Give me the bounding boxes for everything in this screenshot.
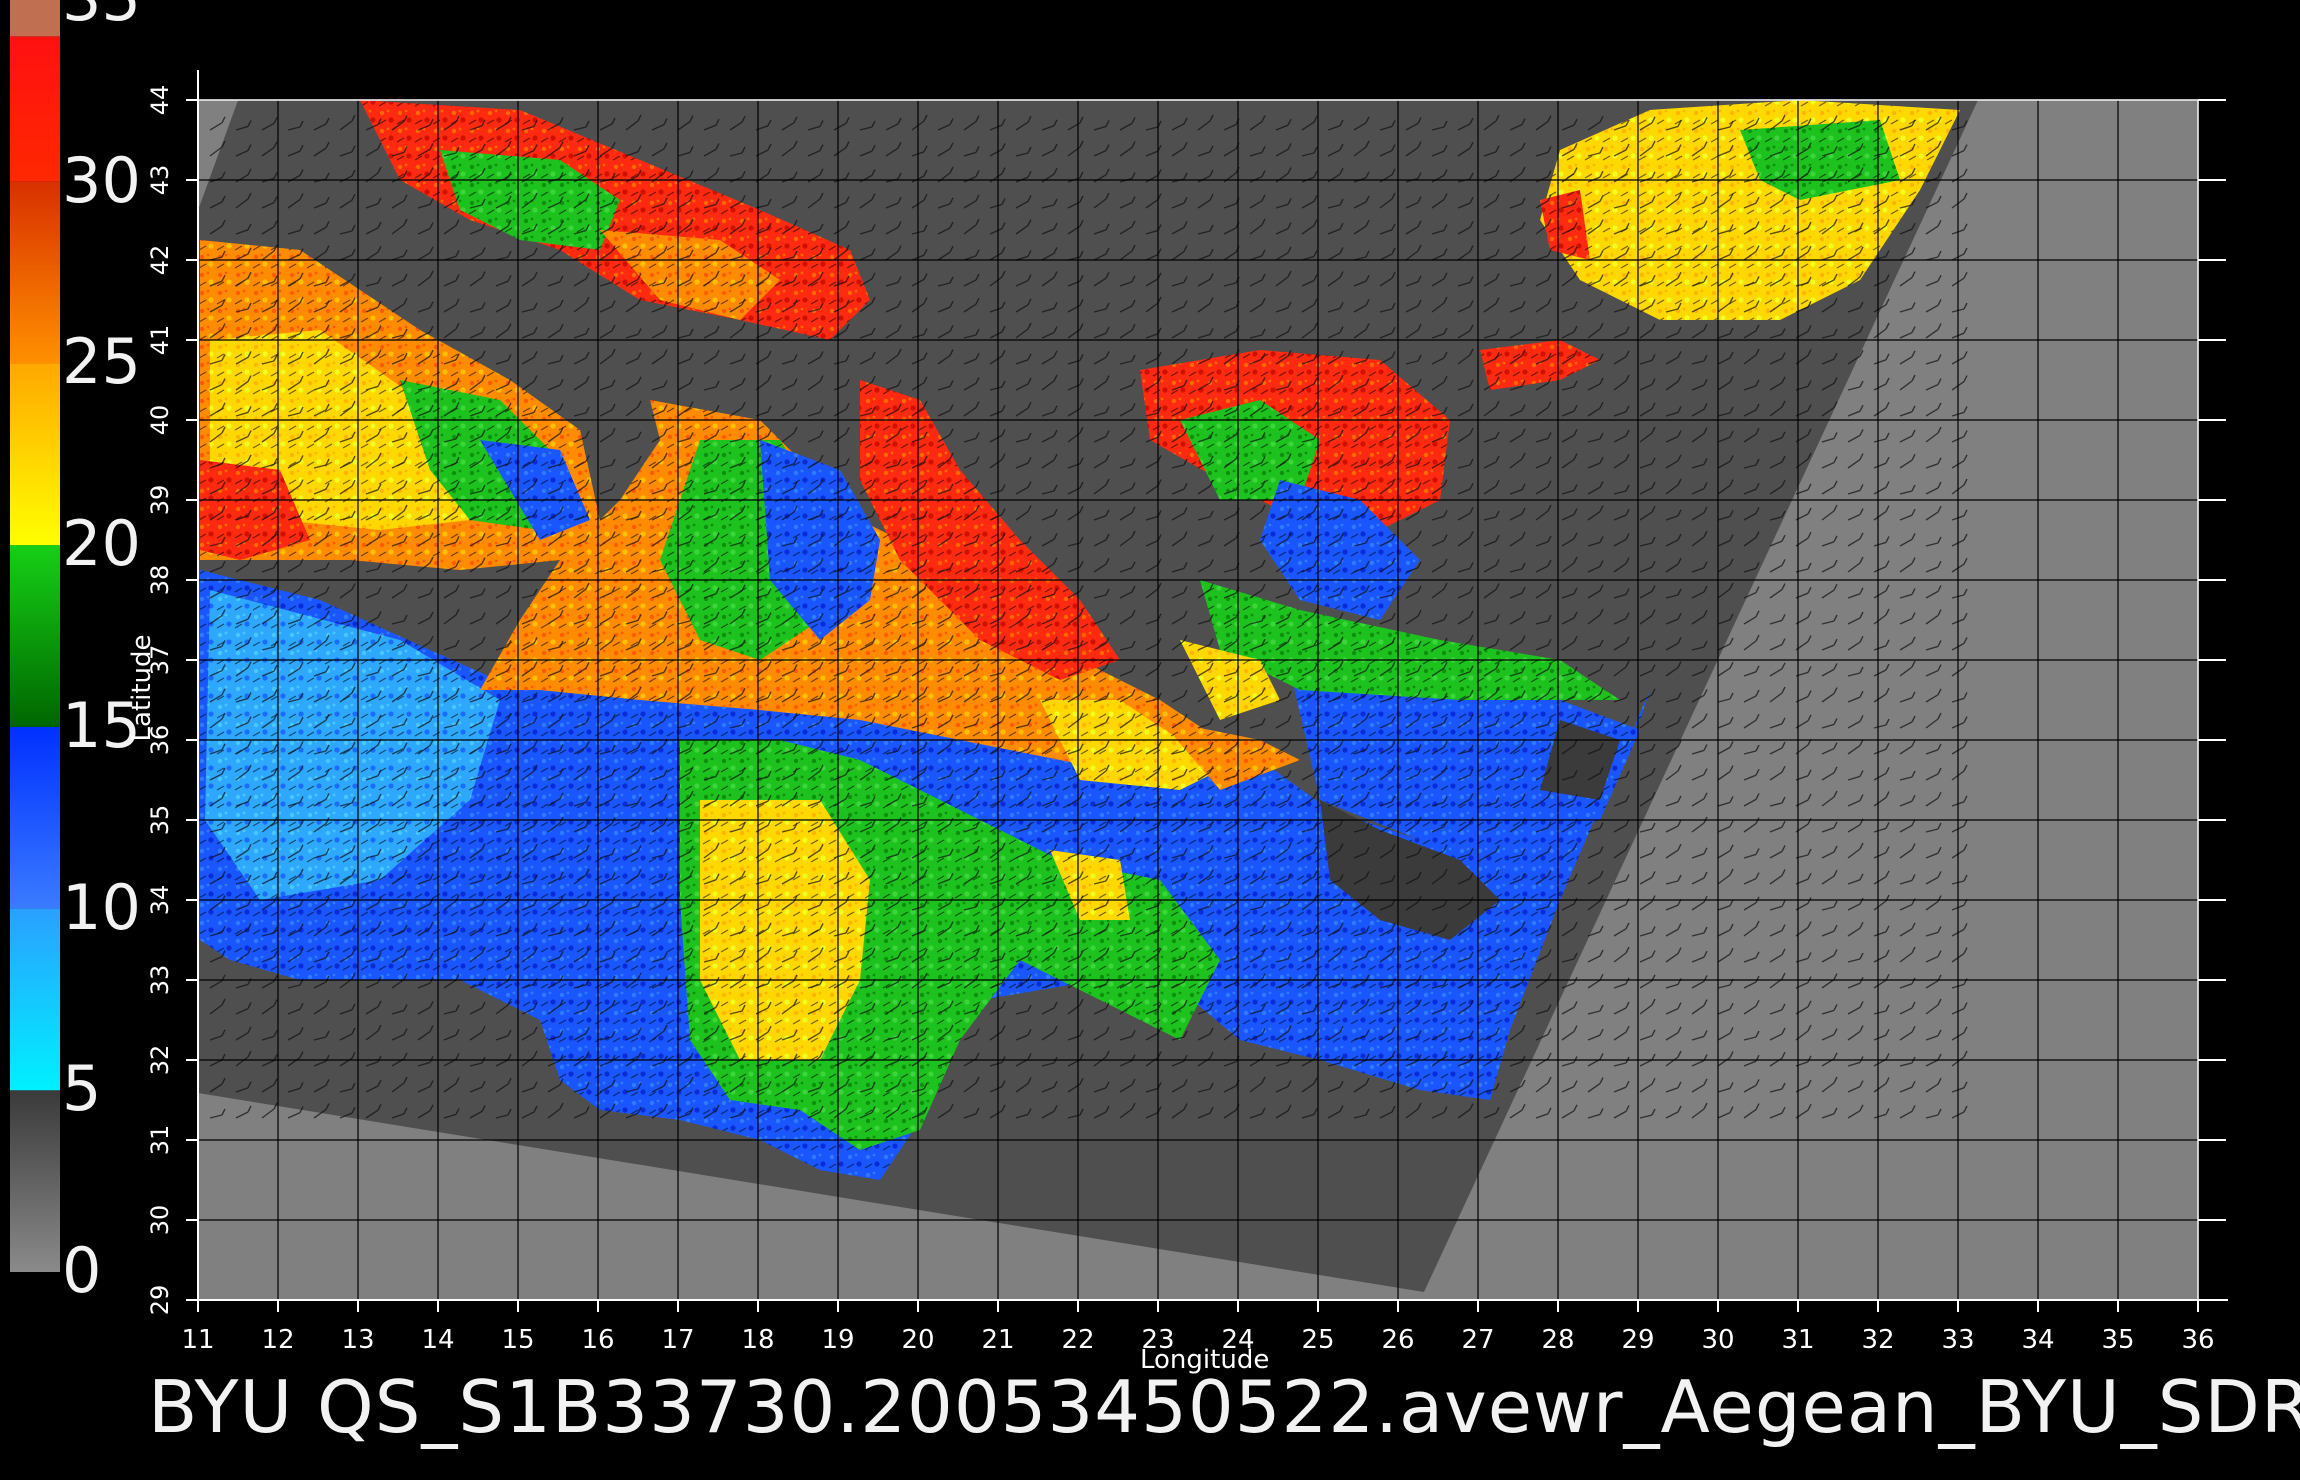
- colorbar-label: 10: [62, 870, 141, 944]
- longitude-tick-label: 14: [421, 1325, 455, 1355]
- longitude-tick-label: 12: [261, 1325, 295, 1355]
- longitude-tick-label: 17: [661, 1325, 695, 1355]
- colorbar: [10, 0, 60, 1272]
- latitude-tick-label: 41: [146, 324, 174, 356]
- longitude-tick-label: 19: [821, 1325, 855, 1355]
- wind-speed-map: [0, 0, 2300, 1480]
- latitude-tick-label: 30: [146, 1204, 174, 1236]
- colorbar-label: 30: [62, 143, 141, 217]
- latitude-tick-label: 40: [146, 404, 174, 436]
- longitude-tick-label: 29: [1621, 1325, 1655, 1355]
- longitude-tick-label: 13: [341, 1325, 375, 1355]
- longitude-tick-label: 22: [1061, 1325, 1095, 1355]
- longitude-tick-label: 34: [2021, 1325, 2055, 1355]
- longitude-tick-label: 21: [981, 1325, 1015, 1355]
- longitude-tick-label: 33: [1941, 1325, 1975, 1355]
- colorbar-band: [10, 0, 60, 37]
- colorbar-label: 0: [62, 1234, 102, 1307]
- colorbar-band: [10, 1090, 60, 1272]
- latitude-tick-label: 29: [146, 1284, 174, 1316]
- colorbar-band: [10, 181, 60, 364]
- longitude-tick-label: 20: [901, 1325, 935, 1355]
- colorbar-label: 25: [62, 325, 141, 399]
- latitude-tick-label: 31: [146, 1124, 174, 1156]
- latitude-tick-label: 43: [146, 164, 174, 196]
- colorbar-band: [10, 363, 60, 546]
- colorbar-label: 35: [62, 0, 141, 30]
- latitude-tick-label: 42: [146, 244, 174, 276]
- colorbar-band: [10, 545, 60, 727]
- footer-filename: BYU QS_S1B33730.20053450522.avewr_Aegean…: [148, 1365, 2300, 1449]
- latitude-tick-label: 39: [146, 484, 174, 516]
- latitude-tick-label: 34: [146, 884, 174, 916]
- latitude-tick-label: 35: [146, 804, 174, 836]
- longitude-tick-label: 28: [1541, 1325, 1575, 1355]
- latitude-tick-label: 33: [146, 964, 174, 996]
- longitude-tick-label: 18: [741, 1325, 775, 1355]
- longitude-tick-label: 16: [581, 1325, 615, 1355]
- longitude-tick-label: 25: [1301, 1325, 1335, 1355]
- longitude-tick-label: 31: [1781, 1325, 1815, 1355]
- longitude-tick-label: 11: [181, 1325, 215, 1355]
- longitude-tick-label: 35: [2101, 1325, 2135, 1355]
- longitude-tick-label: 30: [1701, 1325, 1735, 1355]
- latitude-tick-label: 38: [146, 564, 174, 596]
- longitude-tick-label: 36: [2181, 1325, 2215, 1355]
- latitude-tick-label: 32: [146, 1044, 174, 1076]
- y-axis-label: Latitude: [127, 634, 157, 742]
- colorbar-band: [10, 36, 60, 182]
- colorbar-label: 20: [62, 507, 141, 581]
- map-plot: [10, 0, 2228, 1312]
- longitude-tick-label: 32: [1861, 1325, 1895, 1355]
- colorbar-label: 5: [62, 1052, 102, 1126]
- colorbar-band: [10, 726, 60, 909]
- latitude-tick-label: 44: [146, 84, 174, 116]
- longitude-tick-label: 26: [1381, 1325, 1415, 1355]
- longitude-tick-label: 15: [501, 1325, 535, 1355]
- colorbar-band: [10, 908, 60, 1091]
- longitude-tick-label: 27: [1461, 1325, 1495, 1355]
